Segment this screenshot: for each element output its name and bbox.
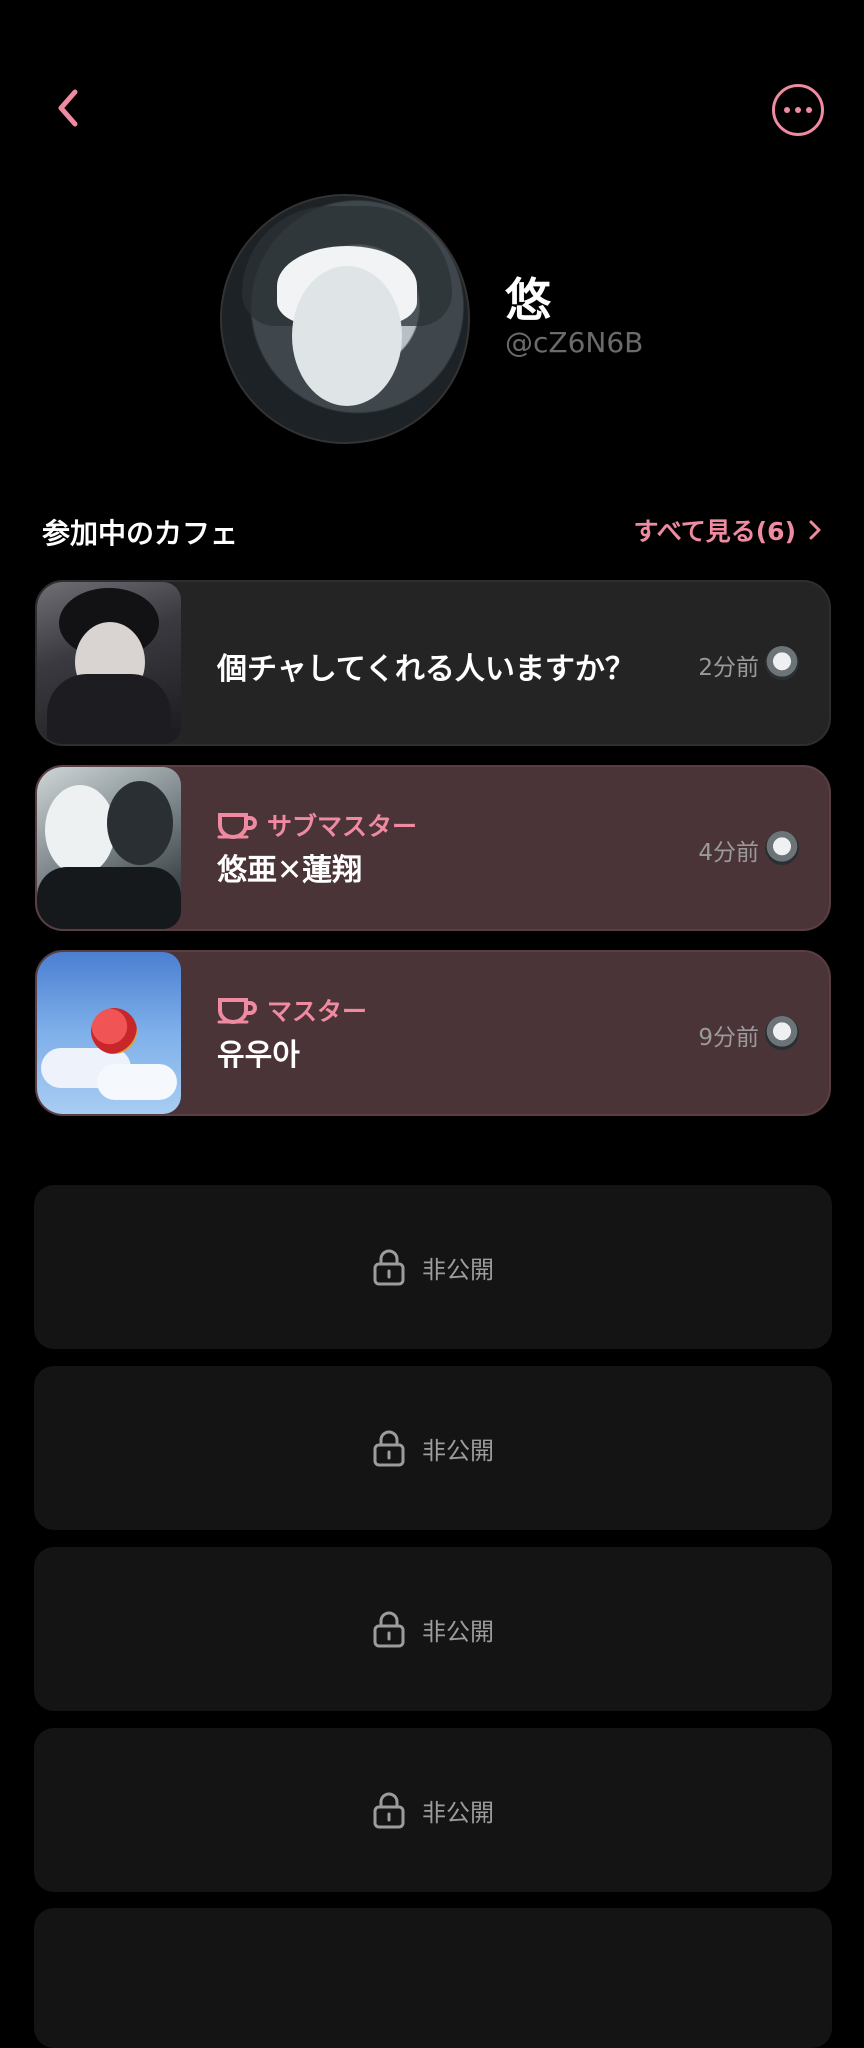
- cafe-time: 2分前: [698, 655, 759, 681]
- cafe-role-label: サブマスター: [267, 812, 418, 841]
- cafe-card[interactable]: 個チャしてくれる人いますか？ 2分前: [35, 580, 831, 746]
- last-poster-avatar: [765, 1016, 799, 1050]
- private-item: 非公開: [34, 1728, 832, 1892]
- private-label: 非公開: [422, 1617, 494, 1646]
- see-all-link[interactable]: すべて見る(6): [634, 512, 823, 548]
- cafe-thumbnail: [37, 952, 181, 1114]
- private-item: 非公開: [34, 1185, 832, 1349]
- private-label: 非公開: [422, 1798, 494, 1827]
- lock-icon: [373, 1611, 405, 1648]
- private-item: 非公開: [34, 1366, 832, 1530]
- profile-avatar[interactable]: [220, 194, 470, 444]
- profile-handle: @cZ6N6B: [505, 326, 644, 359]
- more-options-button[interactable]: [772, 84, 824, 136]
- profile-header: 悠 @cZ6N6B: [220, 194, 780, 446]
- private-item-partial: [34, 1908, 832, 2048]
- lock-icon: [373, 1249, 405, 1286]
- back-button[interactable]: [44, 84, 92, 132]
- lock-icon: [373, 1792, 405, 1829]
- more-horizontal-icon: [784, 107, 790, 113]
- cafe-card[interactable]: サブマスター 悠亜✕蓮翔 4分前: [35, 765, 831, 931]
- see-all-label: すべて見る(6): [633, 517, 797, 546]
- cafe-role-badge: マスター: [217, 992, 367, 1028]
- cafe-name: 유우아: [217, 1038, 300, 1073]
- cafe-role-label: マスター: [267, 997, 368, 1026]
- cafe-name: 悠亜✕蓮翔: [217, 853, 363, 888]
- cafe-role-badge: サブマスター: [217, 807, 417, 843]
- private-item: 非公開: [34, 1547, 832, 1711]
- coffee-cup-icon: [217, 998, 257, 1024]
- profile-name: 悠: [505, 273, 551, 327]
- lock-icon: [373, 1430, 405, 1467]
- cafe-thumbnail: [37, 767, 181, 929]
- chevron-right-icon: [809, 520, 821, 540]
- top-bar: [0, 0, 864, 200]
- cafes-section-header: 参加中のカフェ すべて見る(6): [42, 512, 822, 556]
- coffee-cup-icon: [217, 813, 257, 839]
- cafe-time: 9分前: [698, 1025, 759, 1051]
- cafe-thumbnail: [37, 582, 181, 744]
- private-label: 非公開: [422, 1436, 494, 1465]
- section-title: 参加中のカフェ: [42, 517, 239, 550]
- chevron-left-icon: [58, 89, 78, 127]
- cafe-time: 4分前: [698, 840, 759, 866]
- private-label: 非公開: [422, 1255, 494, 1284]
- last-poster-avatar: [765, 646, 799, 680]
- cafe-card[interactable]: マスター 유우아 9分前: [35, 950, 831, 1116]
- cafe-name: 個チャしてくれる人いますか？: [217, 652, 635, 687]
- last-poster-avatar: [765, 831, 799, 865]
